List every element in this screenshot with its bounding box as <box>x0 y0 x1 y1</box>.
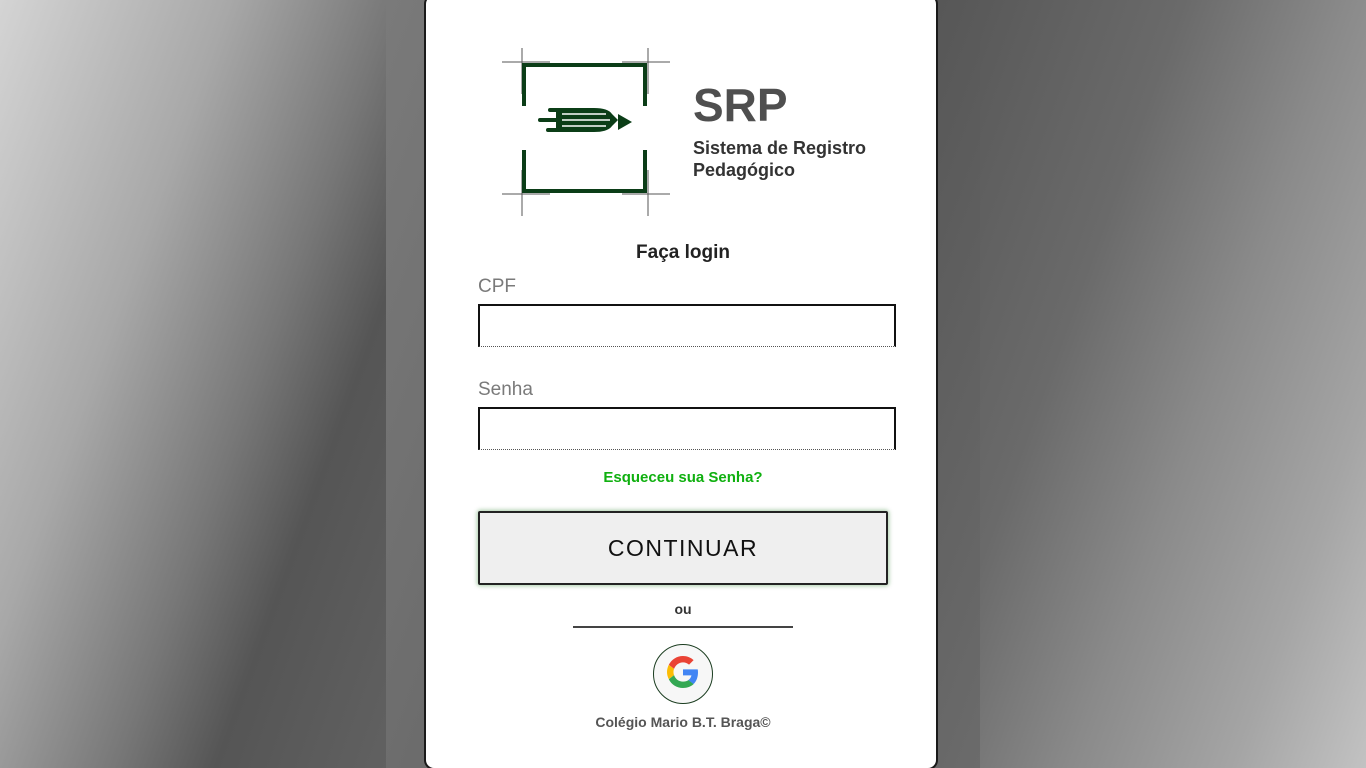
google-icon <box>667 655 699 693</box>
brand-title: SRP <box>693 79 788 131</box>
password-label: Senha <box>478 379 533 400</box>
password-input[interactable] <box>478 407 896 450</box>
pencil-hand-logo-icon <box>502 48 670 216</box>
brand-subtitle: Sistema de Registro Pedagógico <box>693 138 867 180</box>
continue-button[interactable]: CONTINUAR <box>478 511 888 585</box>
forgot-password-link[interactable]: Esqueceu sua Senha? <box>426 469 940 486</box>
login-heading: Faça login <box>636 242 730 263</box>
login-card: SRP Sistema de Registro Pedagógico Faça … <box>424 0 938 768</box>
or-separator-line <box>573 626 793 628</box>
google-signin-button[interactable] <box>653 644 713 704</box>
or-separator-text: ou <box>674 601 692 617</box>
footer-copyright: Colégio Mario B.T. Braga© <box>595 714 771 730</box>
cpf-label: CPF <box>478 276 516 297</box>
cpf-input[interactable] <box>478 304 896 347</box>
